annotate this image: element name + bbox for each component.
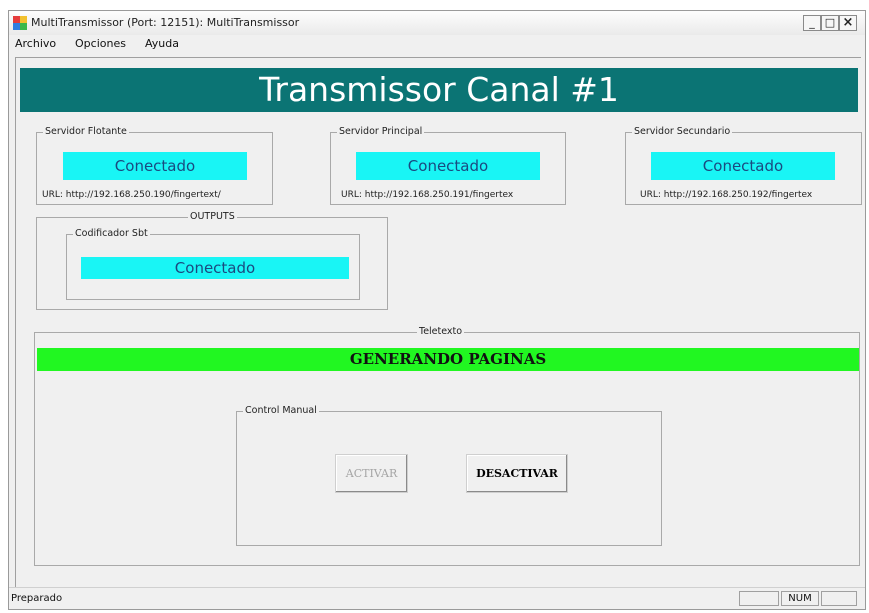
- window-title: MultiTransmissor (Port: 12151): MultiTra…: [31, 16, 300, 29]
- status-text: Preparado: [11, 593, 63, 604]
- server-status: Conectado: [63, 152, 247, 180]
- teletexto-status: GENERANDO PAGINAS: [37, 348, 859, 371]
- menu-bar: Archivo Opciones Ayuda: [9, 35, 865, 53]
- codificador-group: Codificador Sbt Conectado: [66, 228, 360, 300]
- num-lock-indicator: NUM: [781, 591, 819, 606]
- maximize-icon[interactable]: □: [821, 15, 839, 31]
- client-area: Transmissor Canal #1 Servidor Flotante C…: [15, 57, 862, 587]
- activar-button[interactable]: ACTIVAR: [335, 454, 408, 493]
- status-indicator-scroll: [821, 591, 857, 606]
- server-url: URL: http://192.168.250.191/fingertex: [341, 190, 514, 200]
- server-legend: Servidor Flotante: [43, 126, 129, 138]
- minimize-icon[interactable]: _: [803, 15, 821, 31]
- server-group-principal: Servidor Principal Conectado URL: http:/…: [330, 126, 566, 205]
- page-title: Transmissor Canal #1: [20, 68, 858, 112]
- teletexto-legend: Teletexto: [417, 326, 465, 338]
- outputs-group: OUTPUTS Codificador Sbt Conectado: [36, 211, 388, 310]
- close-icon[interactable]: ×: [839, 15, 857, 31]
- server-legend: Servidor Principal: [337, 126, 425, 138]
- server-url: URL: http://192.168.250.190/fingertext/: [42, 190, 221, 200]
- title-bar[interactable]: MultiTransmissor (Port: 12151): MultiTra…: [9, 11, 865, 35]
- server-legend: Servidor Secundario: [632, 126, 733, 138]
- codificador-status: Conectado: [81, 257, 349, 279]
- menu-archivo[interactable]: Archivo: [15, 37, 56, 50]
- menu-opciones[interactable]: Opciones: [75, 37, 126, 50]
- menu-ayuda[interactable]: Ayuda: [145, 37, 179, 50]
- app-icon[interactable]: [13, 16, 27, 30]
- server-status: Conectado: [356, 152, 540, 180]
- server-status: Conectado: [651, 152, 835, 180]
- teletexto-group: Teletexto GENERANDO PAGINAS Control Manu…: [34, 326, 860, 566]
- server-url: URL: http://192.168.250.192/fingertex: [640, 190, 813, 200]
- codificador-legend: Codificador Sbt: [73, 228, 150, 240]
- main-window: MultiTransmissor (Port: 12151): MultiTra…: [8, 10, 866, 610]
- server-group-flotante: Servidor Flotante Conectado URL: http://…: [36, 126, 273, 205]
- status-indicator-empty: [739, 591, 779, 606]
- outputs-legend: OUTPUTS: [188, 211, 237, 223]
- status-bar: Preparado NUM: [9, 587, 865, 609]
- control-manual-group: Control Manual ACTIVAR DESACTIVAR: [236, 405, 662, 546]
- desactivar-button[interactable]: DESACTIVAR: [466, 454, 568, 493]
- server-group-secundario: Servidor Secundario Conectado URL: http:…: [625, 126, 862, 205]
- control-manual-legend: Control Manual: [243, 405, 319, 417]
